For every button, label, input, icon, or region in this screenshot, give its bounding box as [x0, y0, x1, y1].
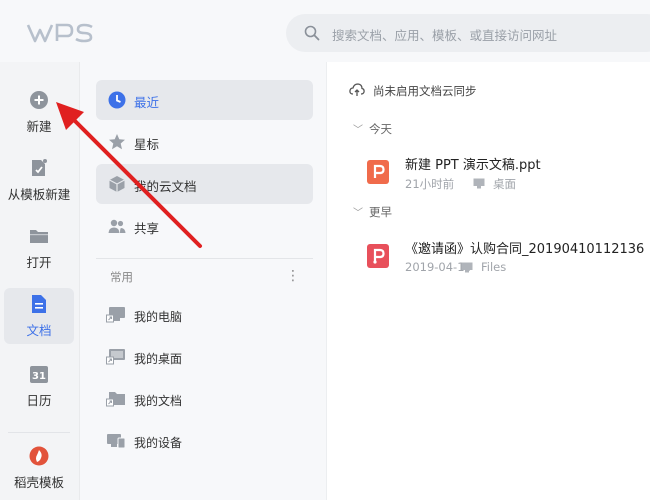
- more-options-icon[interactable]: ⋮: [286, 269, 300, 283]
- cloud-sync-icon: [349, 83, 365, 96]
- title-bar: 搜索文档、应用、模板、或直接访问网址: [0, 0, 650, 62]
- common-item-label: 我的电脑: [134, 310, 183, 324]
- nav-divider: [96, 258, 313, 259]
- computer-shortcut-icon: [106, 307, 125, 323]
- group-heading-today[interactable]: ﹀ 今天: [353, 121, 392, 137]
- cloud-sync-status[interactable]: 尚未启用文档云同步: [373, 83, 477, 99]
- common-item-label: 我的文档: [134, 394, 183, 408]
- group-heading-label: 更早: [369, 205, 392, 219]
- file-time: 21小时前: [405, 177, 455, 191]
- common-item-label: 我的设备: [134, 436, 183, 450]
- people-icon: [108, 219, 126, 233]
- devices-icon: [107, 434, 126, 449]
- rail-item-label: 打开: [26, 255, 52, 270]
- nav-item-recent[interactable]: 最近: [96, 80, 313, 120]
- file-name: 新建 PPT 演示文稿.ppt: [405, 158, 541, 173]
- common-item-my-computer[interactable]: 我的电脑: [96, 298, 313, 334]
- nav-item-cloud-docs[interactable]: 我的云文档: [96, 164, 313, 204]
- docer-icon: [29, 446, 49, 466]
- location-monitor-icon: [461, 262, 473, 273]
- nav-item-label: 星标: [134, 137, 160, 152]
- ppt-file-icon: [367, 160, 389, 184]
- common-item-my-devices[interactable]: 我的设备: [96, 424, 313, 460]
- search-box[interactable]: 搜索文档、应用、模板、或直接访问网址: [286, 14, 650, 52]
- rail-item-new[interactable]: 新建: [4, 84, 74, 140]
- documents-shortcut-icon: [106, 392, 125, 407]
- desktop-shortcut-icon: [106, 349, 125, 365]
- rail-item-label: 新建: [26, 119, 52, 134]
- plus-circle-icon: [30, 91, 48, 109]
- group-heading-earlier[interactable]: ﹀ 更早: [353, 204, 392, 220]
- common-item-my-desktop[interactable]: 我的桌面: [96, 340, 313, 376]
- wps-logo: [26, 23, 93, 43]
- nav-panel: 最近 星标 我的云文档 共享 常用 ⋮ 我的电脑 我的桌面 我的文档 我的设备: [80, 62, 326, 500]
- calendar-icon: 31: [30, 366, 48, 383]
- rail-item-label: 从模板新建: [7, 187, 71, 202]
- search-icon: [304, 25, 320, 41]
- rail-item-calendar[interactable]: 31 日历: [4, 358, 74, 414]
- file-row[interactable]: 新建 PPT 演示文稿.ppt 21小时前 桌面: [349, 154, 649, 198]
- common-section-label: 常用: [110, 270, 133, 284]
- rail-item-label: 稻壳模板: [13, 475, 64, 490]
- file-location: 桌面: [493, 177, 516, 191]
- group-heading-label: 今天: [369, 122, 392, 136]
- clock-icon: [108, 91, 126, 109]
- common-item-my-documents[interactable]: 我的文档: [96, 382, 313, 418]
- nav-item-label: 我的云文档: [134, 179, 197, 194]
- nav-item-label: 共享: [134, 221, 160, 236]
- left-rail: 新建 从模板新建 打开 文档 31 日历 稻壳模板: [0, 62, 80, 500]
- main-panel: 尚未启用文档云同步 ﹀ 今天 新建 PPT 演示文稿.ppt 21小时前 桌面 ﹀…: [326, 62, 650, 500]
- chevron-down-icon: ﹀: [353, 125, 363, 136]
- common-item-label: 我的桌面: [134, 352, 183, 366]
- location-monitor-icon: [473, 178, 485, 189]
- rail-item-label: 日历: [26, 393, 52, 408]
- folder-icon: [30, 230, 48, 243]
- calendar-icon-text: 31: [32, 371, 46, 382]
- chevron-down-icon: ﹀: [353, 208, 363, 219]
- rail-divider: [8, 432, 70, 433]
- rail-item-documents[interactable]: 文档: [4, 288, 74, 344]
- nav-item-starred[interactable]: 星标: [96, 122, 313, 162]
- file-name: 《邀请函》认购合同_20190410112136: [405, 242, 645, 257]
- pdf-file-icon: [367, 244, 389, 268]
- document-icon: [32, 295, 46, 313]
- cloud-box-icon: [109, 176, 125, 192]
- nav-item-label: 最近: [134, 95, 160, 110]
- search-placeholder[interactable]: 搜索文档、应用、模板、或直接访问网址: [332, 25, 557, 44]
- template-icon: [32, 159, 47, 176]
- rail-item-docer-templates[interactable]: 稻壳模板: [4, 440, 74, 496]
- rail-item-open[interactable]: 打开: [4, 220, 74, 276]
- file-location: Files: [481, 260, 507, 274]
- rail-item-new-from-template[interactable]: 从模板新建: [4, 152, 74, 208]
- file-row[interactable]: 《邀请函》认购合同_20190410112136 2019-04-10 File…: [349, 238, 649, 282]
- nav-item-shared[interactable]: 共享: [96, 206, 313, 246]
- star-icon: [109, 134, 125, 150]
- rail-item-label: 文档: [26, 323, 52, 338]
